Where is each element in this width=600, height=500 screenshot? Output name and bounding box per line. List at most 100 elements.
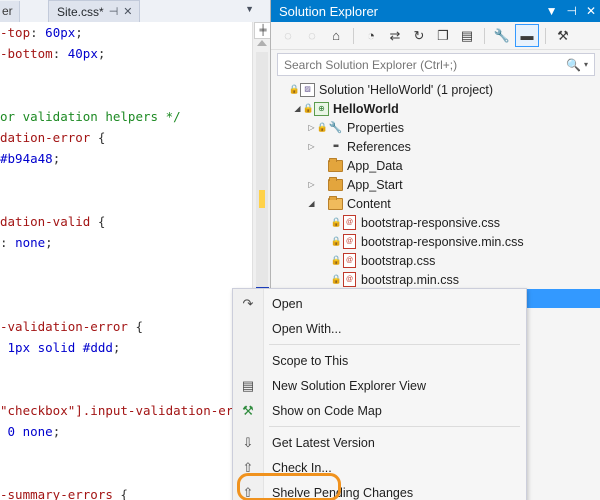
- lock-icon: 🔒: [330, 217, 343, 227]
- lock-icon: 🔒: [302, 103, 315, 113]
- search-input[interactable]: [278, 56, 567, 73]
- collapse-all-button[interactable]: ❐: [432, 25, 454, 46]
- code-token: -bottom: [0, 46, 53, 61]
- tree-item-label: bootstrap.css: [361, 253, 436, 268]
- context-menu-item[interactable]: ⇧ Check In...: [233, 455, 526, 480]
- code-line: -summary-errors {: [0, 484, 252, 500]
- code-map-icon: ⚒: [242, 402, 254, 418]
- context-menu-label: Scope to This: [272, 353, 349, 368]
- code-token: ;: [97, 46, 106, 61]
- pin-icon[interactable]: ⊣: [109, 5, 119, 18]
- scroll-up-arrow-icon[interactable]: [257, 40, 267, 46]
- references-icon: ▪▪: [332, 141, 339, 152]
- tree-item-label: HelloWorld: [333, 101, 399, 116]
- code-line: dation-error {: [0, 127, 252, 148]
- tab-site-css[interactable]: Site.css* ⊣ ✕: [48, 0, 140, 22]
- chevron-down-icon[interactable]: ▼: [546, 5, 558, 17]
- home-button[interactable]: ⌂: [325, 25, 347, 46]
- tree-item[interactable]: ▷ ▪▪ References: [271, 137, 600, 156]
- tree-item-label: Content: [347, 196, 391, 211]
- tree-item[interactable]: ◢ Content: [271, 194, 600, 213]
- code-map-button[interactable]: ⚒: [552, 25, 574, 46]
- tree-item-label: App_Start: [347, 177, 403, 192]
- tree-item-label: References: [347, 139, 411, 154]
- tree-item[interactable]: 🔒 ▨ Solution 'HelloWorld' (1 project): [271, 80, 600, 99]
- tree-item[interactable]: 🔒 @ bootstrap.min.css: [271, 270, 600, 289]
- context-menu-item[interactable]: ⚒ Show on Code Map: [233, 398, 526, 423]
- refresh-button[interactable]: ↻: [408, 25, 430, 46]
- search-solution-explorer[interactable]: 🔍 ▾: [277, 53, 595, 76]
- code-token: 40px: [67, 46, 98, 61]
- context-menu-label: New Solution Explorer View: [272, 378, 427, 393]
- context-menu-label: Get Latest Version: [272, 435, 375, 450]
- editor-tab-strip: er Site.css* ⊣ ✕ ▼: [0, 0, 270, 24]
- pin-icon[interactable]: ⊣: [566, 5, 576, 17]
- code-line: "checkbox"].input-validation-error: [0, 400, 252, 421]
- lock-icon: 🔒: [316, 122, 329, 132]
- code-line: -validation-error {: [0, 316, 252, 337]
- lock-icon: 🔒: [330, 255, 343, 265]
- css-file-icon: @: [341, 253, 358, 268]
- tree-item-label: Properties: [347, 120, 404, 135]
- context-menu-item[interactable]: ⇩ Get Latest Version: [233, 430, 526, 455]
- properties-button[interactable]: 🔧: [491, 25, 513, 46]
- get-latest-icon: ⇩: [242, 434, 254, 450]
- tree-item[interactable]: ▷ 🔒 🔧 Properties: [271, 118, 600, 137]
- context-menu-item[interactable]: ⇧ Shelve Pending Changes: [233, 480, 526, 500]
- solution-explorer-toolbar: ◌ ◌ ⌂ ◔ ⇄ ↻ ❐ ▤ 🔧 ▬ ⚒: [271, 22, 600, 50]
- sync-with-active-document-button[interactable]: ⇄: [384, 25, 406, 46]
- expander-open-icon[interactable]: ◢: [305, 199, 318, 208]
- panel-title: Solution Explorer: [279, 3, 378, 19]
- chevron-down-icon[interactable]: ▼: [245, 4, 254, 14]
- tree-item[interactable]: ▷ App_Start: [271, 175, 600, 194]
- code-text[interactable]: -top: 60px; -bottom: 40px; or validation h…: [0, 22, 252, 500]
- code-token: {: [112, 487, 128, 500]
- expander-closed-icon[interactable]: ▷: [305, 142, 318, 151]
- check-in-icon: ⇧: [242, 459, 254, 475]
- toolbar-separator: [484, 27, 485, 44]
- close-icon[interactable]: ✕: [586, 5, 596, 17]
- code-line: #b94a48;: [0, 148, 252, 169]
- context-menu: ↷ Open Open With... Scope to This ▤ New Solut…: [232, 288, 527, 500]
- tree-item[interactable]: 🔒 @ bootstrap.css: [271, 251, 600, 270]
- code-token: ;: [52, 424, 61, 439]
- code-token: :: [30, 25, 46, 40]
- show-all-files-button[interactable]: ▤: [456, 25, 478, 46]
- tree-item-label: App_Data: [347, 158, 403, 173]
- tree-item[interactable]: 🔒 @ bootstrap-responsive.css: [271, 213, 600, 232]
- context-menu-item[interactable]: ▤ New Solution Explorer View: [233, 373, 526, 398]
- code-line: dation-valid {: [0, 211, 252, 232]
- code-token: 60px: [45, 25, 76, 40]
- toolbar-separator: [545, 27, 546, 44]
- close-icon[interactable]: ✕: [123, 5, 132, 18]
- wrench-icon: 🔧: [328, 122, 343, 134]
- tree-item[interactable]: ◢ 🔒 ⊕ HelloWorld: [271, 99, 600, 118]
- folder-icon: [327, 176, 344, 191]
- pending-changes-button[interactable]: ◔: [360, 25, 382, 46]
- css-file-icon: @: [341, 272, 358, 287]
- chevron-down-icon[interactable]: ▾: [584, 60, 594, 69]
- css-file-icon: @: [341, 234, 358, 249]
- code-token: {: [90, 130, 106, 145]
- context-menu-item[interactable]: Open With...: [233, 316, 526, 341]
- tree-item[interactable]: App_Data: [271, 156, 600, 175]
- context-menu-item[interactable]: ↷ Open: [233, 291, 526, 316]
- context-menu-item[interactable]: Scope to This: [233, 348, 526, 373]
- context-menu-label: Show on Code Map: [272, 403, 382, 418]
- tree-item[interactable]: 🔒 @ bootstrap-responsive.min.css: [271, 232, 600, 251]
- code-token: {: [90, 214, 106, 229]
- menu-separator: [269, 344, 520, 345]
- preview-selected-items-button[interactable]: ▬: [515, 24, 539, 47]
- code-token: 1px solid #ddd: [7, 340, 113, 355]
- tab-partial[interactable]: er: [0, 1, 20, 24]
- expander-closed-icon[interactable]: ▷: [305, 180, 318, 189]
- code-line: 0 none;: [0, 421, 252, 442]
- search-icon[interactable]: 🔍: [566, 58, 584, 72]
